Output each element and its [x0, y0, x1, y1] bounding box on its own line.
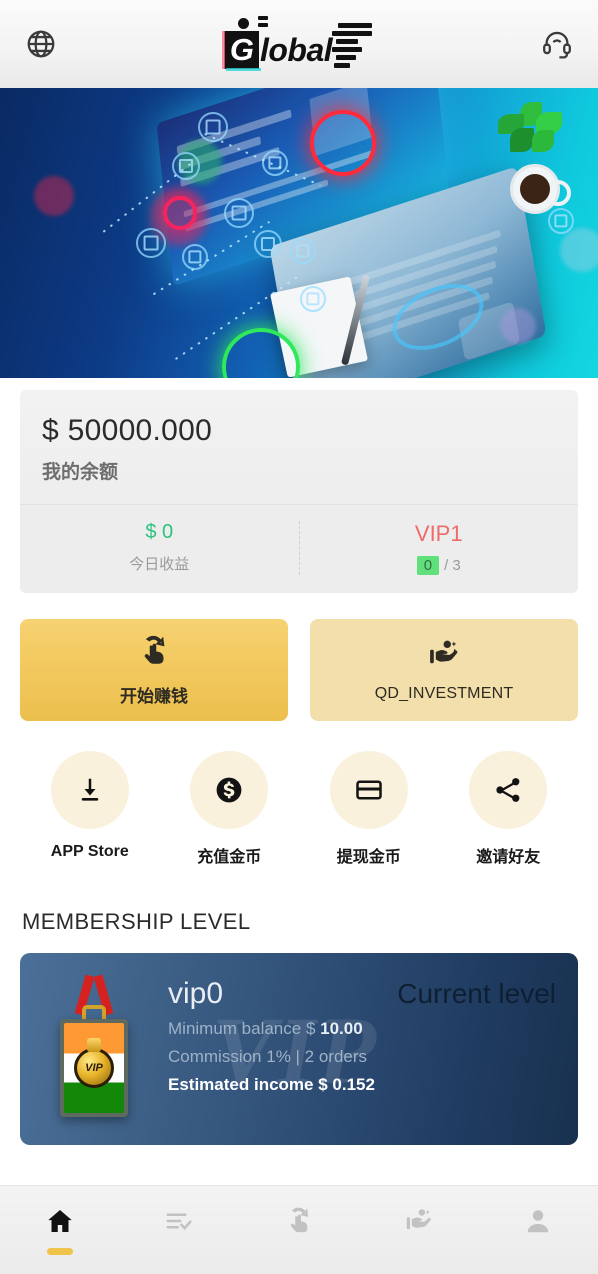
today-income-value: $ 0 — [145, 521, 174, 543]
primary-actions-row: 开始赚钱 QD_INVESTMENT — [20, 619, 578, 721]
nav-item-home[interactable] — [0, 1186, 120, 1274]
app-header: G lobal — [0, 0, 598, 88]
download-icon — [50, 751, 129, 829]
vip-level-name: vip0 — [168, 977, 224, 1010]
membership-level-card[interactable]: VIP VIP vip0 Current level Minimum balan… — [20, 953, 578, 1145]
dollar-coin-icon — [190, 751, 269, 829]
vip-min-balance-label: Minimum balance $ — [168, 1019, 316, 1038]
banner-node-icon-3 — [136, 228, 166, 258]
banner-ring-neon-red — [310, 110, 376, 176]
vip-estimated-income: Estimated income $ 0.152 — [168, 1075, 375, 1094]
quick-action-invite[interactable]: 邀请好友 — [439, 751, 579, 867]
balance-card: $ 50000.000 我的余额 $ 0 今日收益 VIP1 0/ 3 — [20, 390, 578, 593]
app-logo: G lobal — [64, 0, 534, 88]
quick-action-label: 提现金币 — [336, 849, 401, 866]
banner-glow-red — [34, 176, 74, 216]
banner-glow-violet — [500, 308, 536, 344]
qd-investment-label: QD_INVESTMENT — [374, 685, 514, 702]
vip-min-balance: Minimum balance $ 10.00 — [168, 1019, 556, 1039]
quick-action-recharge[interactable]: 充值金币 — [160, 751, 300, 867]
hero-banner[interactable] — [0, 88, 598, 378]
vip-min-balance-value: 10.00 — [320, 1019, 363, 1038]
quick-action-label: APP Store — [50, 843, 129, 860]
quick-actions-row: APP Store 充值金币 提现金币 邀请好友 — [20, 751, 578, 867]
banner-glow-grey — [560, 228, 598, 272]
quick-action-label: 邀请好友 — [476, 849, 541, 866]
banner-node-icon-7 — [254, 230, 282, 258]
vip-commission: Commission 1% | 2 orders — [168, 1047, 368, 1066]
quick-action-app-store[interactable]: APP Store — [20, 751, 160, 867]
orders-done-chip: 0 — [416, 556, 440, 575]
vip-medal-badge-icon: VIP — [48, 975, 140, 1121]
orders-progress: 0/ 3 — [300, 556, 579, 575]
today-income-stat: $ 0 今日收益 — [20, 521, 299, 575]
app-root: G lobal $ 50000.000 我的余额 $ 0 今日收益 VIP1 0… — [0, 0, 598, 1274]
headset-icon[interactable] — [534, 21, 580, 67]
qd-investment-button[interactable]: QD_INVESTMENT — [310, 619, 578, 721]
current-level-badge: Current level — [397, 978, 556, 1009]
vip-level-value: VIP1 — [414, 521, 463, 546]
today-income-label: 今日收益 — [129, 556, 190, 573]
quick-action-withdraw[interactable]: 提现金币 — [299, 751, 439, 867]
globe-icon[interactable] — [18, 21, 64, 67]
banner-node-icon-10 — [300, 286, 326, 312]
hand-coins-icon — [427, 637, 461, 676]
vip-stat: VIP1 0/ 3 — [298, 521, 579, 575]
hand-coins-icon — [404, 1206, 434, 1241]
nav-item-earn[interactable] — [239, 1186, 359, 1274]
nav-active-indicator — [46, 1247, 73, 1255]
orders-total: / 3 — [444, 557, 461, 574]
logo-wordmark: lobal — [259, 31, 333, 68]
nav-item-orders[interactable] — [120, 1186, 240, 1274]
main-content: $ 50000.000 我的余额 $ 0 今日收益 VIP1 0/ 3 开始赚钱… — [0, 378, 598, 1185]
list-check-icon — [164, 1206, 194, 1241]
home-icon — [45, 1206, 75, 1241]
banner-node-icon-5 — [224, 198, 254, 228]
banner-coffee-cup — [510, 164, 571, 214]
tap-hand-icon — [284, 1206, 314, 1241]
banner-ring-red — [163, 196, 197, 230]
quick-action-label: 充值金币 — [197, 849, 262, 866]
start-earning-button[interactable]: 开始赚钱 — [20, 619, 288, 721]
logo-g-mark: G — [221, 31, 262, 71]
nav-item-profile[interactable] — [478, 1186, 598, 1274]
credit-card-icon — [329, 751, 408, 829]
balance-label: 我的余额 — [42, 462, 119, 483]
balance-amount: $ 50000.000 — [42, 414, 213, 447]
balance-top: $ 50000.000 我的余额 — [20, 390, 578, 504]
bottom-navigation — [0, 1185, 598, 1274]
banner-plant — [496, 102, 564, 158]
banner-node-icon-6 — [262, 150, 288, 176]
vip-info: vip0 Current level Minimum balance $ 10.… — [168, 977, 556, 1095]
person-icon — [523, 1206, 553, 1241]
membership-section-title: MEMBERSHIP LEVEL — [22, 909, 251, 934]
balance-stats-row: $ 0 今日收益 VIP1 0/ 3 — [20, 504, 578, 593]
share-icon — [469, 751, 548, 829]
banner-node-icon-9 — [548, 208, 574, 234]
logo-dots — [237, 16, 284, 30]
start-earning-label: 开始赚钱 — [120, 686, 188, 706]
banner-node-icon-8 — [290, 238, 316, 264]
logo-speedlines-icon — [326, 21, 374, 77]
tap-hand-icon — [137, 634, 171, 673]
nav-item-invest[interactable] — [359, 1186, 479, 1274]
